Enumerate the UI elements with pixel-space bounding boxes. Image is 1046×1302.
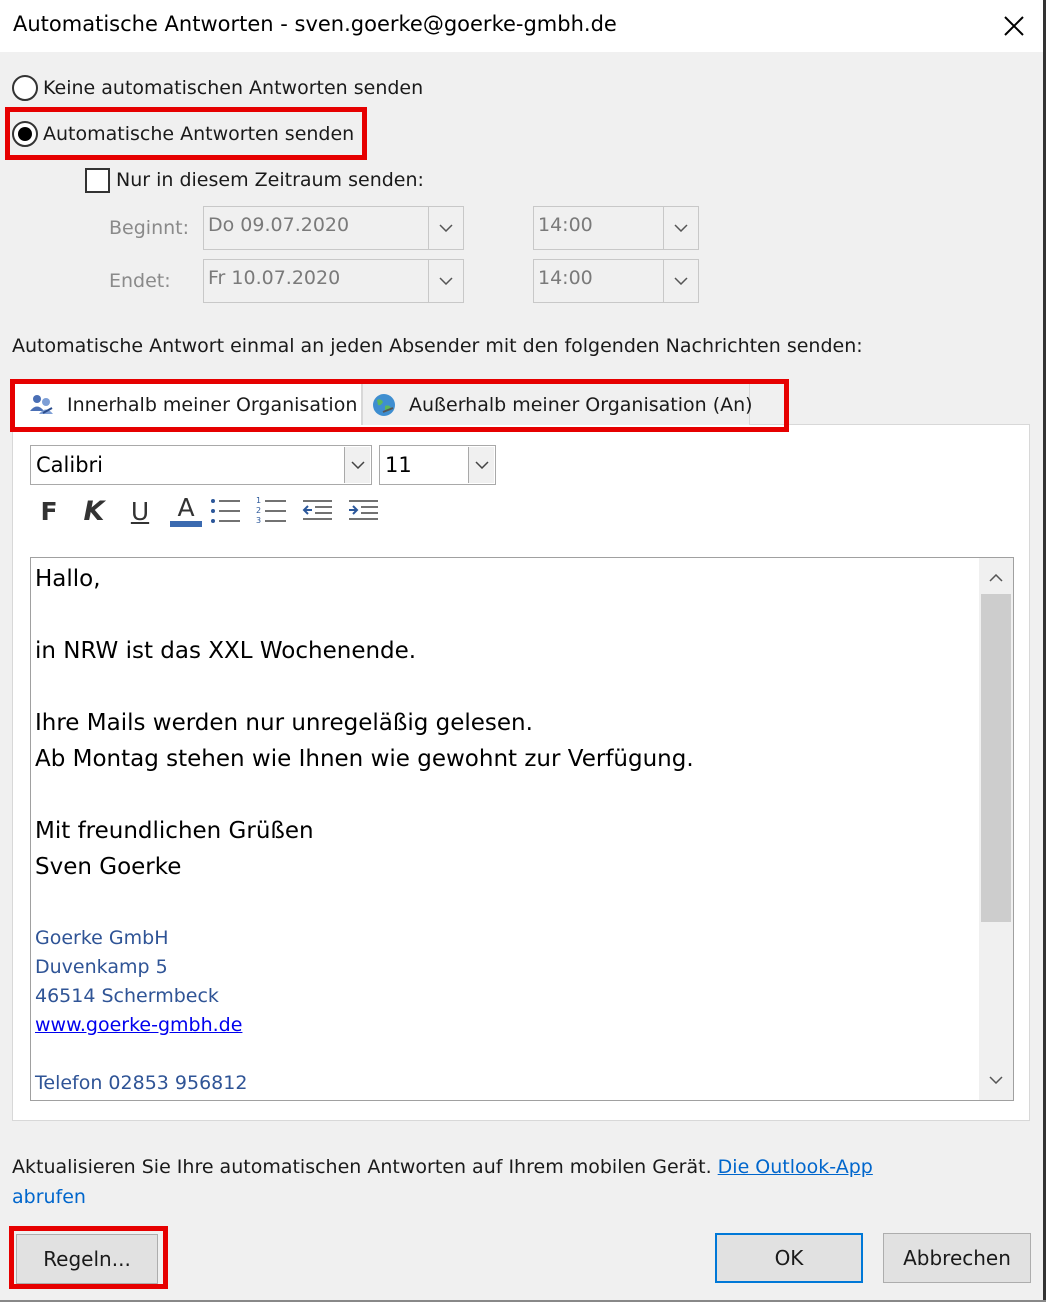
radio-checked-icon[interactable] bbox=[12, 121, 38, 147]
increase-indent-button[interactable] bbox=[345, 492, 381, 530]
instruction-text: Automatische Antwort einmal an jeden Abs… bbox=[12, 335, 863, 357]
font-size-value: 11 bbox=[385, 453, 412, 477]
message-line: Ihre Mails werden nur unregeläßig gelese… bbox=[35, 710, 533, 736]
bold-label: F bbox=[40, 496, 58, 526]
end-date-field[interactable]: Fr 10.07.2020 bbox=[203, 259, 429, 303]
start-time-field[interactable]: 14:00 bbox=[533, 206, 664, 250]
start-date-dropdown[interactable] bbox=[428, 206, 464, 250]
chevron-up-icon bbox=[989, 574, 1003, 582]
start-label: Beginnt: bbox=[109, 217, 189, 239]
italic-button[interactable]: K bbox=[76, 492, 112, 530]
people-icon bbox=[29, 393, 55, 417]
chevron-down-icon bbox=[474, 461, 489, 469]
font-color-label: A bbox=[177, 493, 195, 522]
send-auto-reply-radio[interactable]: Automatische Antworten senden bbox=[12, 120, 354, 148]
end-time-field[interactable]: 14:00 bbox=[533, 259, 664, 303]
mobile-update-note: Aktualisieren Sie Ihre automatischen Ant… bbox=[12, 1152, 912, 1212]
timeframe-checkbox-row[interactable]: Nur in diesem Zeitraum senden: bbox=[85, 166, 424, 194]
scroll-up-button[interactable] bbox=[979, 561, 1013, 595]
numbered-list-button[interactable]: 1 2 3 bbox=[253, 492, 289, 530]
svg-text:1: 1 bbox=[256, 496, 261, 505]
end-label: Endet: bbox=[109, 270, 171, 292]
signature-phone: Telefon 02853 956812 bbox=[35, 1072, 248, 1094]
chevron-down-icon bbox=[989, 1076, 1003, 1084]
end-time-value: 14:00 bbox=[538, 267, 593, 289]
start-time-dropdown[interactable] bbox=[663, 206, 699, 250]
window-title: Automatische Antworten - sven.goerke@goe… bbox=[13, 12, 617, 36]
bullet-list-button[interactable] bbox=[207, 492, 243, 530]
editor-scrollbar[interactable] bbox=[979, 558, 1013, 1100]
tab-outside-label: Außerhalb meiner Organisation (An) bbox=[409, 393, 753, 416]
italic-label: K bbox=[83, 495, 105, 527]
signature-company: Goerke GmbH bbox=[35, 927, 169, 949]
font-family-select[interactable]: Calibri bbox=[30, 445, 372, 485]
message-line: Hallo, bbox=[35, 566, 101, 592]
send-auto-reply-label: Automatische Antworten senden bbox=[43, 123, 355, 145]
font-family-value: Calibri bbox=[36, 453, 103, 477]
globe-icon bbox=[371, 392, 397, 418]
increase-indent-icon bbox=[349, 500, 378, 520]
font-color-button[interactable]: A bbox=[168, 492, 204, 530]
decrease-indent-icon bbox=[302, 500, 332, 520]
radio-unchecked-icon[interactable] bbox=[12, 75, 38, 101]
message-editor[interactable]: Hallo, in NRW ist das XXL Wochenende. Ih… bbox=[30, 557, 1014, 1101]
message-line: Sven Goerke bbox=[35, 854, 182, 880]
scroll-thumb[interactable] bbox=[981, 594, 1011, 922]
font-size-select[interactable]: 11 bbox=[379, 445, 496, 485]
rules-button[interactable]: Regeln... bbox=[16, 1234, 158, 1284]
outlook-app-link[interactable]: Die Outlook-App bbox=[718, 1156, 873, 1178]
bold-button[interactable]: F bbox=[31, 492, 67, 530]
cancel-button[interactable]: Abbrechen bbox=[883, 1233, 1031, 1283]
chevron-down-icon bbox=[674, 224, 688, 232]
underline-label: U bbox=[130, 496, 150, 526]
close-icon[interactable] bbox=[994, 6, 1034, 46]
message-line: Mit freundlichen Grüßen bbox=[35, 818, 314, 844]
timeframe-checkbox[interactable] bbox=[85, 167, 110, 193]
start-time-value: 14:00 bbox=[538, 214, 593, 236]
end-date-dropdown[interactable] bbox=[428, 259, 464, 303]
timeframe-label: Nur in diesem Zeitraum senden: bbox=[116, 169, 424, 191]
chevron-down-icon bbox=[350, 461, 365, 469]
signature-website-link[interactable]: www.goerke-gmbh.de bbox=[35, 1014, 242, 1036]
start-date-value: Do 09.07.2020 bbox=[208, 214, 350, 236]
bullet-list-icon bbox=[211, 499, 240, 523]
signature-city: 46514 Schermbeck bbox=[35, 985, 219, 1007]
font-family-dropdown[interactable] bbox=[344, 447, 370, 483]
tab-inside-organization[interactable]: Innerhalb meiner Organisation bbox=[13, 383, 362, 425]
no-auto-reply-radio[interactable]: Keine automatischen Antworten senden bbox=[12, 74, 423, 102]
chevron-down-icon bbox=[674, 277, 688, 285]
underline-button[interactable]: U bbox=[122, 492, 158, 530]
svg-text:2: 2 bbox=[256, 506, 261, 515]
font-color-swatch bbox=[170, 521, 202, 527]
decrease-indent-button[interactable] bbox=[299, 492, 335, 530]
end-time-dropdown[interactable] bbox=[663, 259, 699, 303]
no-auto-reply-label: Keine automatischen Antworten senden bbox=[43, 77, 424, 99]
title-bar: Automatische Antworten - sven.goerke@goe… bbox=[0, 0, 1046, 52]
signature-street: Duvenkamp 5 bbox=[35, 956, 168, 978]
ok-button[interactable]: OK bbox=[715, 1233, 863, 1283]
svg-text:3: 3 bbox=[256, 516, 261, 525]
chevron-down-icon bbox=[439, 224, 453, 232]
message-line: Ab Montag stehen wie Ihnen wie gewohnt z… bbox=[35, 746, 694, 772]
start-date-field[interactable]: Do 09.07.2020 bbox=[203, 206, 429, 250]
message-line: in NRW ist das XXL Wochenende. bbox=[35, 638, 417, 664]
scroll-down-button[interactable] bbox=[979, 1063, 1013, 1097]
end-date-value: Fr 10.07.2020 bbox=[208, 267, 341, 289]
mobile-update-text: Aktualisieren Sie Ihre automatischen Ant… bbox=[12, 1156, 718, 1178]
outlook-app-link-continued[interactable]: abrufen bbox=[12, 1186, 86, 1208]
tab-outside-organization[interactable]: Außerhalb meiner Organisation (An) bbox=[362, 383, 753, 425]
chevron-down-icon bbox=[439, 277, 453, 285]
numbered-list-icon: 1 2 3 bbox=[256, 496, 286, 525]
tab-inside-label: Innerhalb meiner Organisation bbox=[67, 393, 358, 416]
font-size-dropdown[interactable] bbox=[468, 447, 494, 483]
